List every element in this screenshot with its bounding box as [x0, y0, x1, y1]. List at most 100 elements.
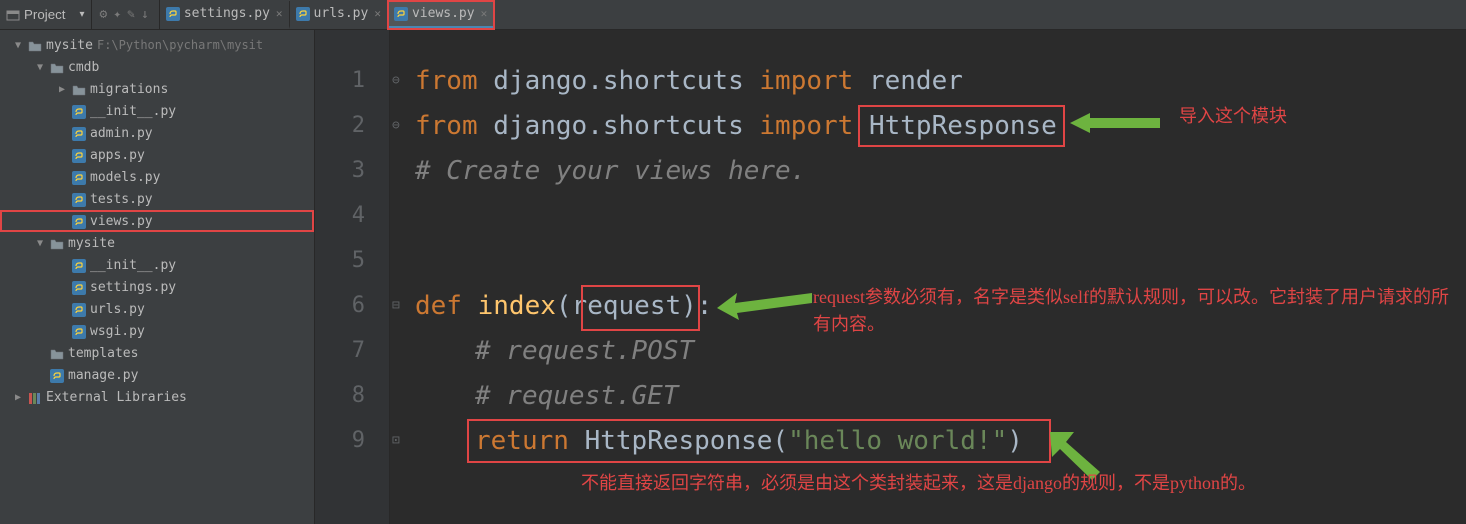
- code-line-2: 2⊖from django.shortcuts import HttpRespo…: [315, 103, 365, 148]
- tree-label: settings.py: [90, 280, 176, 295]
- code-editor[interactable]: 1⊖from django.shortcuts import render2⊖f…: [315, 30, 1466, 524]
- tree-node-wsgi-py[interactable]: wsgi.py: [0, 320, 314, 342]
- expand-icon[interactable]: ▼: [12, 40, 24, 51]
- python-file-icon: [72, 281, 86, 295]
- folder-icon: [50, 61, 64, 75]
- python-file-icon: [394, 7, 408, 21]
- annotation-1: 导入这个模块: [1179, 102, 1287, 128]
- project-icon: [6, 8, 20, 22]
- tab-urls-py[interactable]: urls.py✕: [290, 1, 388, 29]
- library-icon: [28, 391, 42, 405]
- tree-node-apps-py[interactable]: apps.py: [0, 144, 314, 166]
- tree-label: apps.py: [90, 148, 145, 163]
- tab-settings-py[interactable]: settings.py✕: [160, 1, 290, 29]
- highlight-return-line: [467, 419, 1051, 463]
- code-content[interactable]: # Create your views here.: [415, 156, 806, 186]
- tree-label: templates: [68, 346, 138, 361]
- code-line-3: 3# Create your views here.: [315, 148, 365, 193]
- expand-icon[interactable]: ▶: [56, 84, 68, 95]
- expand-icon[interactable]: ▶: [12, 392, 24, 403]
- tree-node-templates[interactable]: templates: [0, 342, 314, 364]
- tree-node-urls-py[interactable]: urls.py: [0, 298, 314, 320]
- tree-node---init---py[interactable]: __init__.py: [0, 100, 314, 122]
- annotation-3: 不能直接返回字符串，必须是由这个类封装起来，这是django的规则，不是pyth…: [581, 470, 1461, 497]
- top-toolbar: Project ▾ ⚙ ✦ ✎ ↓ settings.py✕urls.py✕vi…: [0, 0, 1466, 30]
- python-file-icon: [72, 105, 86, 119]
- tab-views-py[interactable]: views.py ✕: [388, 1, 494, 29]
- line-number: 3: [315, 158, 365, 183]
- code-line-8: 8# request.GET: [315, 373, 365, 418]
- expand-icon[interactable]: ▼: [34, 238, 46, 249]
- tree-label: mysite: [68, 236, 115, 251]
- fold-icon[interactable]: ⊖: [392, 73, 408, 88]
- tree-label: migrations: [90, 82, 168, 97]
- close-icon[interactable]: ✕: [481, 7, 488, 20]
- fold-icon[interactable]: ⊖: [392, 118, 408, 133]
- tree-label: models.py: [90, 170, 160, 185]
- python-file-icon: [296, 7, 310, 21]
- code-line-1: 1⊖from django.shortcuts import render: [315, 58, 365, 103]
- tree-label: __init__.py: [90, 104, 176, 119]
- close-icon[interactable]: ✕: [276, 7, 283, 20]
- python-file-icon: [296, 7, 310, 21]
- tree-node-admin-py[interactable]: admin.py: [0, 122, 314, 144]
- folder-icon: [28, 39, 42, 53]
- folder-icon: [50, 237, 64, 251]
- tree-node-manage-py[interactable]: manage.py: [0, 364, 314, 386]
- tree-label: wsgi.py: [90, 324, 145, 339]
- code-line-4: 4: [315, 193, 365, 238]
- expand-icon[interactable]: ▼: [34, 62, 46, 73]
- code-content[interactable]: # request.POST: [415, 336, 694, 366]
- tree-node-cmdb[interactable]: ▼ cmdb: [0, 56, 314, 78]
- code-line-9: 9⊡return HttpResponse("hello world!"): [315, 418, 365, 463]
- star-icon[interactable]: ✦: [113, 7, 121, 22]
- code-line-7: 7# request.POST: [315, 328, 365, 373]
- line-number: 7: [315, 338, 365, 363]
- code-content[interactable]: from django.shortcuts import render: [415, 66, 963, 96]
- edit-icon[interactable]: ✎: [127, 7, 135, 22]
- code-content[interactable]: # request.GET: [415, 381, 679, 411]
- tree-label: urls.py: [90, 302, 145, 317]
- fold-icon[interactable]: ⊟: [392, 298, 408, 313]
- line-number: 5: [315, 248, 365, 273]
- folder-icon: [50, 347, 64, 361]
- python-file-icon: [166, 7, 180, 21]
- tree-label: mysite: [46, 38, 93, 53]
- tree-node-migrations[interactable]: ▶ migrations: [0, 78, 314, 100]
- tree-node-mysite[interactable]: ▼ mysite: [0, 232, 314, 254]
- collapse-icon[interactable]: ↓: [141, 7, 149, 22]
- tree-node---init---py[interactable]: __init__.py: [0, 254, 314, 276]
- annotation-2: request参数必须有，名字是类似self的默认规则，可以改。它封装了用户请求…: [813, 284, 1463, 338]
- tab-label: views.py: [412, 6, 475, 21]
- python-file-icon: [72, 215, 86, 229]
- tree-label: views.py: [90, 214, 153, 229]
- python-file-icon: [72, 127, 86, 141]
- tree-node-settings-py[interactable]: settings.py: [0, 276, 314, 298]
- highlight-httpresponse: [858, 105, 1065, 147]
- folder-icon: [72, 83, 86, 97]
- editor-tabs: settings.py✕urls.py✕ views.py ✕: [160, 0, 494, 29]
- python-file-icon: [50, 369, 64, 383]
- close-icon[interactable]: ✕: [374, 7, 381, 20]
- project-tree: ▼mysiteF:\Python\pycharm\mysit▼cmdb▶migr…: [0, 30, 315, 524]
- fold-icon[interactable]: ⊡: [392, 433, 408, 448]
- tree-node-views-py[interactable]: views.py: [0, 210, 314, 232]
- python-file-icon: [166, 7, 180, 21]
- tree-node-mysite[interactable]: ▼mysiteF:\Python\pycharm\mysit: [0, 34, 314, 56]
- python-file-icon: [394, 7, 408, 21]
- line-number: 8: [315, 383, 365, 408]
- python-file-icon: [72, 193, 86, 207]
- tree-node-tests-py[interactable]: tests.py: [0, 188, 314, 210]
- tree-node-external-libraries[interactable]: ▶External Libraries: [0, 386, 314, 408]
- line-number: 1: [315, 68, 365, 93]
- python-file-icon: [72, 325, 86, 339]
- project-dropdown[interactable]: Project ▾: [0, 0, 91, 29]
- tree-label: admin.py: [90, 126, 153, 141]
- tree-label: tests.py: [90, 192, 153, 207]
- settings-icon[interactable]: ⚙: [100, 7, 108, 22]
- line-number: 4: [315, 203, 365, 228]
- tree-label: cmdb: [68, 60, 99, 75]
- line-number: 6: [315, 293, 365, 318]
- tree-node-models-py[interactable]: models.py: [0, 166, 314, 188]
- line-number: 9: [315, 428, 365, 453]
